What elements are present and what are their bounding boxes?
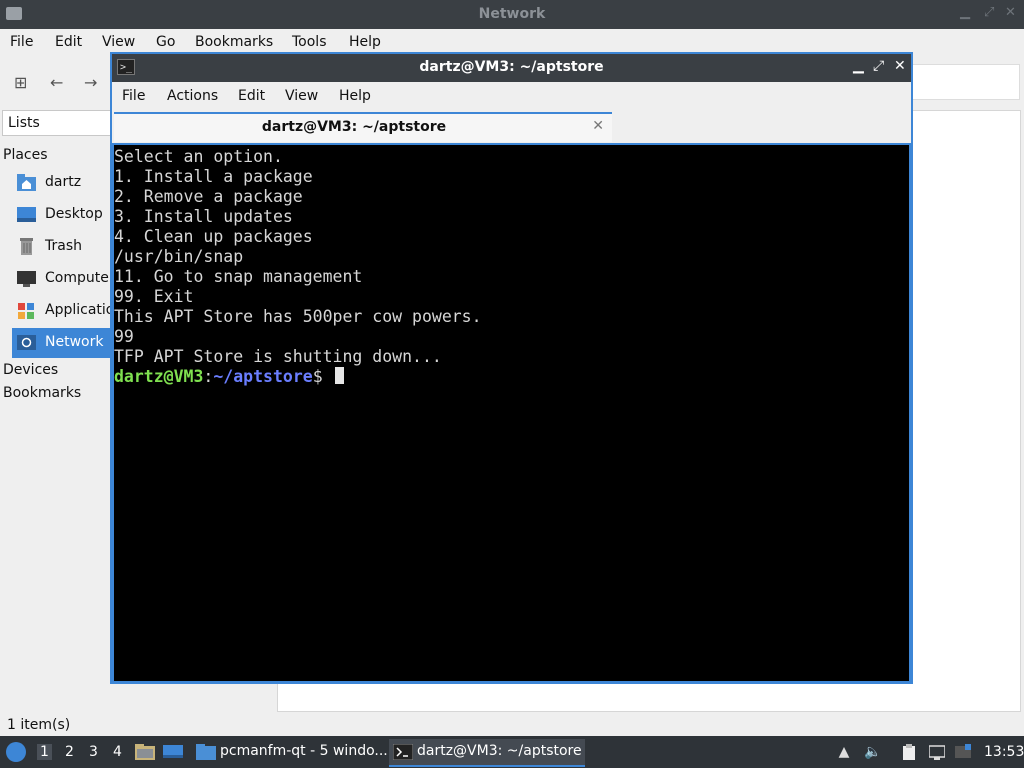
menu-file[interactable]: File xyxy=(10,34,33,50)
volume-icon[interactable]: 🔈 xyxy=(864,744,881,760)
terminal-tab-label: dartz@VM3: ~/aptstore xyxy=(261,119,447,135)
prompt-colon: : xyxy=(203,367,214,386)
output-line: 3. Install updates xyxy=(114,207,293,226)
close-icon[interactable]: ✕ xyxy=(1005,5,1016,20)
terminal-menu-view[interactable]: View xyxy=(285,88,318,104)
output-line: 99. Exit xyxy=(114,287,194,306)
terminal-tab[interactable]: dartz@VM3: ~/aptstore ✕ xyxy=(114,112,612,142)
side-pane-mode-select[interactable]: Lists xyxy=(2,110,112,136)
terminal-menu-file[interactable]: File xyxy=(122,88,145,104)
output-line: 2. Remove a package xyxy=(114,187,303,206)
terminal-tab-bar: dartz@VM3: ~/aptstore ✕ xyxy=(112,112,911,143)
task-terminal[interactable]: dartz@VM3: ~/aptstore xyxy=(389,739,585,767)
terminal-menu-actions[interactable]: Actions xyxy=(167,88,218,104)
place-label: Network xyxy=(45,334,104,350)
tray-arrow-icon[interactable]: ▲ xyxy=(836,744,852,760)
prompt-line: dartz@VM3:~/aptstore$ xyxy=(114,367,482,387)
menu-tools[interactable]: Tools xyxy=(292,34,327,50)
menu-go[interactable]: Go xyxy=(156,34,175,50)
place-label: Desktop xyxy=(45,206,103,222)
place-label: Trash xyxy=(45,238,82,254)
output-line: /usr/bin/snap xyxy=(114,247,244,266)
show-desktop-icon[interactable] xyxy=(163,744,183,760)
tab-close-icon[interactable]: ✕ xyxy=(592,118,604,134)
side-pane-mode-label: Lists xyxy=(8,115,40,131)
file-manager-titlebar[interactable]: Network ▁ ⤢ ✕ xyxy=(0,0,1024,29)
maximize-icon[interactable]: ⤢ xyxy=(873,58,884,74)
minimize-icon[interactable]: ▁ xyxy=(960,5,970,20)
output-line: TFP APT Store is shutting down... xyxy=(114,347,442,366)
home-folder-icon xyxy=(17,174,36,191)
workspace-2[interactable]: 2 xyxy=(65,744,74,760)
terminal-menu-edit[interactable]: Edit xyxy=(238,88,265,104)
terminal-menubar: File Actions Edit View Help xyxy=(112,82,911,112)
status-bar-text: 1 item(s) xyxy=(7,717,71,733)
terminal-title: dartz@VM3: ~/aptstore xyxy=(419,59,604,75)
prompt-user-host: dartz@VM3 xyxy=(114,367,204,386)
task-label: pcmanfm-qt - 5 windo... xyxy=(220,743,388,759)
workspace-3[interactable]: 3 xyxy=(89,744,98,760)
devices-header[interactable]: Devices xyxy=(3,362,58,378)
network-tray-icon[interactable] xyxy=(928,744,946,760)
network-icon xyxy=(17,334,36,351)
folder-icon xyxy=(196,744,216,760)
place-item-computer[interactable]: Computer xyxy=(12,264,115,294)
workspace-4[interactable]: 4 xyxy=(113,744,122,760)
close-icon[interactable]: ✕ xyxy=(894,58,906,74)
place-item-trash[interactable]: Trash xyxy=(12,232,112,262)
place-item-network[interactable]: Network xyxy=(12,328,112,358)
output-line: 1. Install a package xyxy=(114,167,313,186)
terminal-menu-help[interactable]: Help xyxy=(339,88,371,104)
back-arrow-icon[interactable]: ← xyxy=(50,73,63,92)
output-line: 99 xyxy=(114,327,134,346)
trash-icon xyxy=(17,238,36,255)
place-item-desktop[interactable]: Desktop xyxy=(12,200,112,230)
file-manager-launcher-icon[interactable] xyxy=(135,744,155,760)
bookmarks-header[interactable]: Bookmarks xyxy=(3,385,81,401)
output-line: 11. Go to snap management xyxy=(114,267,363,286)
place-item-dartz[interactable]: dartz xyxy=(12,168,112,198)
terminal-text: Select an option. 1. Install a package 2. … xyxy=(114,147,482,387)
taskbar: 1 2 3 4 pcmanfm-qt - 5 windo... dartz@VM… xyxy=(0,736,1024,768)
terminal-titlebar[interactable]: >_ dartz@VM3: ~/aptstore ▁ ⤢ ✕ xyxy=(112,54,911,82)
prompt-path: ~/aptstore xyxy=(213,367,313,386)
maximize-icon[interactable]: ⤢ xyxy=(984,5,994,20)
minimize-icon[interactable]: ▁ xyxy=(853,58,864,74)
places-header[interactable]: Places xyxy=(3,147,48,163)
forward-arrow-icon[interactable]: → xyxy=(84,73,97,92)
path-bar[interactable] xyxy=(912,64,1020,100)
menu-bookmarks[interactable]: Bookmarks xyxy=(195,34,273,50)
computer-icon xyxy=(17,270,36,287)
task-pcmanfm[interactable]: pcmanfm-qt - 5 windo... xyxy=(192,739,388,765)
clock[interactable]: 13:53 xyxy=(984,744,1024,760)
applications-icon xyxy=(17,302,36,319)
place-label: dartz xyxy=(45,174,82,190)
output-line: Select an option. xyxy=(114,147,283,166)
text-cursor xyxy=(334,367,344,384)
start-menu-icon[interactable] xyxy=(6,742,26,762)
output-line: This APT Store has 500per cow powers. xyxy=(114,307,482,326)
network-manager-icon[interactable] xyxy=(955,744,971,760)
place-label: Computer xyxy=(45,270,115,286)
terminal-icon xyxy=(392,743,414,761)
new-tab-icon[interactable]: ⊞ xyxy=(14,73,27,92)
output-line: 4. Clean up packages xyxy=(114,227,313,246)
prompt-symbol: $ xyxy=(312,367,333,386)
menu-help[interactable]: Help xyxy=(349,34,381,50)
place-item-applications[interactable]: Applications xyxy=(12,296,131,326)
file-manager-title: Network xyxy=(478,6,546,22)
desktop-icon xyxy=(17,206,36,223)
menu-edit[interactable]: Edit xyxy=(55,34,82,50)
terminal-window: >_ dartz@VM3: ~/aptstore ▁ ⤢ ✕ File Acti… xyxy=(110,52,913,684)
terminal-output[interactable]: Select an option. 1. Install a package 2. … xyxy=(114,145,909,681)
task-label: dartz@VM3: ~/aptstore xyxy=(417,743,582,759)
workspace-1[interactable]: 1 xyxy=(37,744,52,760)
menu-view[interactable]: View xyxy=(102,34,135,50)
clipboard-icon[interactable] xyxy=(901,744,917,760)
